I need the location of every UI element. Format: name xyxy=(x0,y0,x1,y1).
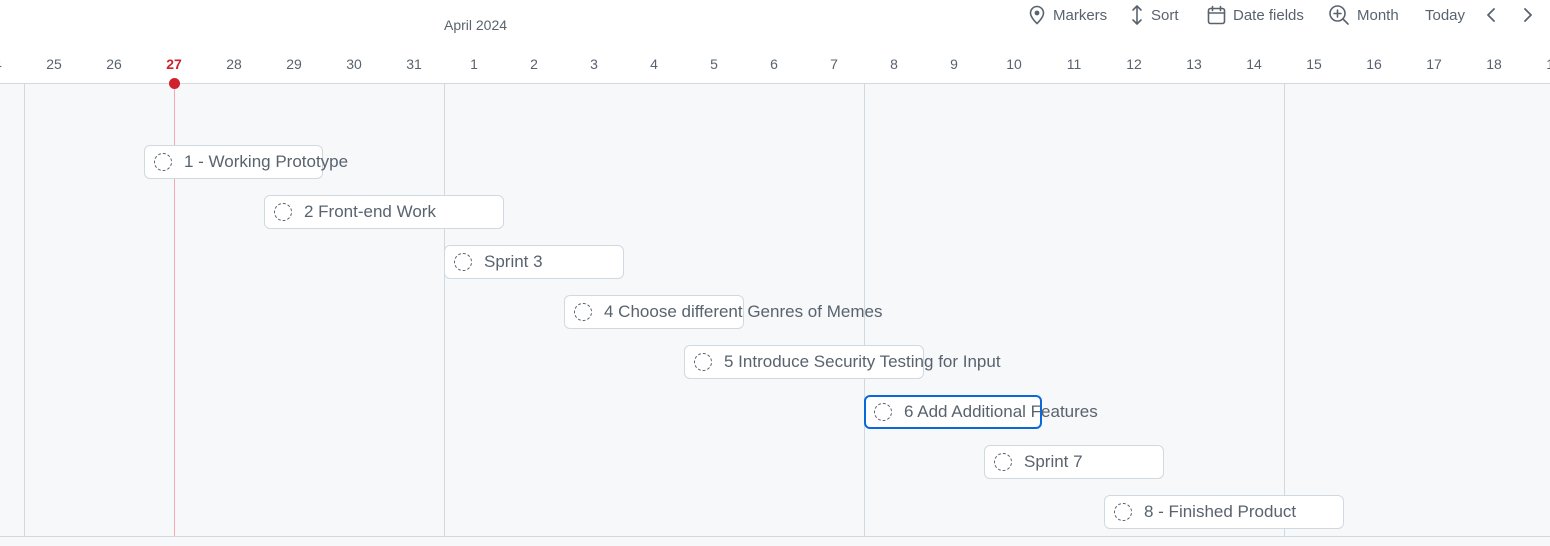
day-label: 27 xyxy=(166,56,182,72)
day-label: 4 xyxy=(650,56,658,72)
chevron-right-icon xyxy=(1521,7,1535,23)
day-label: 16 xyxy=(1366,56,1382,72)
roadmap-canvas: 1 - Working Prototype 2 Front-end Work Spr… xyxy=(0,78,1550,536)
today-label: Today xyxy=(1425,6,1466,24)
day-label: 11 xyxy=(1066,56,1082,72)
day-label: 19 xyxy=(1534,52,1550,76)
week-divider xyxy=(24,84,25,536)
day-label: 25 xyxy=(46,56,62,72)
day-label: 24 xyxy=(0,52,14,76)
roadmap-header: April 2024 Markers Sort Date fields Mont… xyxy=(0,0,1550,84)
today-button[interactable]: Today xyxy=(1425,0,1465,30)
dashed-circle-status-icon xyxy=(694,353,712,371)
roadmap-item-title[interactable]: 8 - Finished Product xyxy=(1144,495,1296,529)
next-button[interactable] xyxy=(1521,0,1535,30)
day-label: 12 xyxy=(1126,56,1142,72)
roadmap-item-title[interactable]: 1 - Working Prototype xyxy=(184,145,348,179)
dashed-circle-status-icon xyxy=(274,203,292,221)
zoom-month-button[interactable]: Month xyxy=(1328,0,1399,30)
dashed-circle-status-icon xyxy=(574,303,592,321)
day-label: 3 xyxy=(590,56,598,72)
day-label: 29 xyxy=(286,56,302,72)
zoom-in-icon xyxy=(1328,4,1350,26)
sort-arrows-icon xyxy=(1130,4,1144,26)
day-label: 28 xyxy=(226,56,242,72)
roadmap-item-title[interactable]: 5 Introduce Security Testing for Input xyxy=(724,345,1001,379)
horizontal-scrollbar[interactable] xyxy=(0,536,1550,546)
day-label: 15 xyxy=(1306,56,1322,72)
today-marker xyxy=(169,78,180,89)
markers-label: Markers xyxy=(1053,6,1108,24)
dashed-circle-status-icon xyxy=(454,253,472,271)
sort-button[interactable]: Sort xyxy=(1130,0,1179,30)
markers-button[interactable]: Markers xyxy=(1028,0,1107,30)
day-label: 5 xyxy=(710,56,718,72)
previous-button[interactable] xyxy=(1484,0,1498,30)
day-label: 1 xyxy=(470,56,478,72)
roadmap-item-title[interactable]: Sprint 7 xyxy=(1024,445,1083,479)
day-label: 31 xyxy=(406,56,422,72)
day-label: 18 xyxy=(1486,56,1502,72)
calendar-icon xyxy=(1207,5,1226,25)
day-label: 26 xyxy=(106,56,122,72)
dashed-circle-status-icon xyxy=(994,453,1012,471)
roadmap-item-title[interactable]: Sprint 3 xyxy=(484,245,543,279)
roadmap-item-title[interactable]: 6 Add Additional Features xyxy=(904,395,1098,429)
day-label: 6 xyxy=(770,56,778,72)
day-label: 17 xyxy=(1426,56,1442,72)
day-label: 13 xyxy=(1186,56,1202,72)
day-label: 30 xyxy=(346,56,362,72)
location-marker-icon xyxy=(1028,5,1046,25)
day-label: 7 xyxy=(830,56,838,72)
day-label: 8 xyxy=(890,56,898,72)
day-label: 10 xyxy=(1006,56,1022,72)
month-label: April 2024 xyxy=(444,17,508,33)
chevron-left-icon xyxy=(1484,7,1498,23)
week-divider xyxy=(1284,84,1285,536)
date-fields-button[interactable]: Date fields xyxy=(1207,0,1304,30)
dashed-circle-status-icon xyxy=(874,403,892,421)
week-divider xyxy=(444,84,445,536)
date-fields-label: Date fields xyxy=(1233,6,1304,24)
roadmap-item-title[interactable]: 4 Choose different Genres of Memes xyxy=(604,295,882,329)
roadmap-item-title[interactable]: 2 Front-end Work xyxy=(304,195,436,229)
zoom-label: Month xyxy=(1357,6,1399,24)
day-label: 9 xyxy=(950,56,958,72)
dashed-circle-status-icon xyxy=(154,153,172,171)
dashed-circle-status-icon xyxy=(1114,503,1132,521)
sort-label: Sort xyxy=(1151,6,1179,24)
day-label: 14 xyxy=(1246,56,1262,72)
day-scale: 2425262728293031123456789101112131415161… xyxy=(0,52,1550,76)
day-label: 2 xyxy=(530,56,538,72)
